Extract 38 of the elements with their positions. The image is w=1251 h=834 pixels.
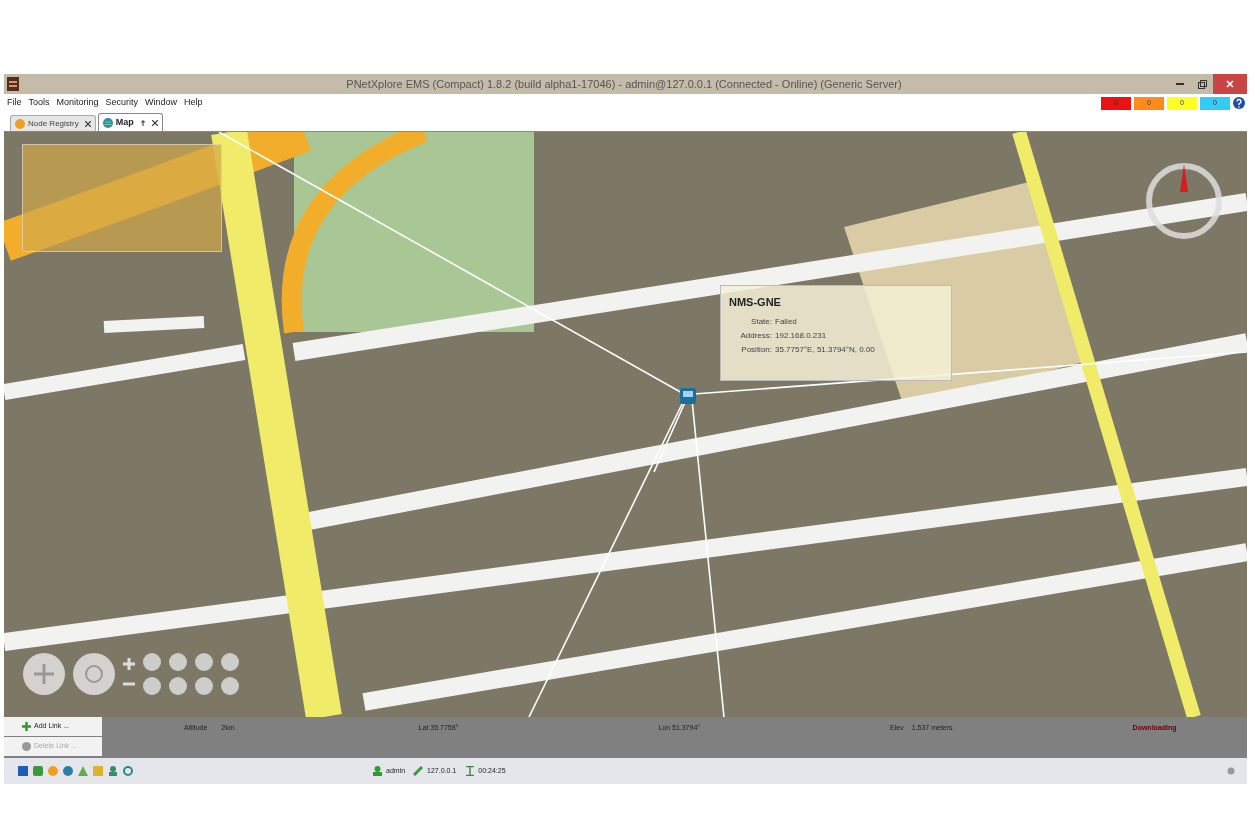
field-value: 192.168.0.231 bbox=[775, 329, 827, 342]
network-node-icon[interactable] bbox=[680, 388, 696, 404]
app-icon bbox=[7, 77, 19, 91]
tab[interactable]: Node Registry bbox=[10, 115, 96, 131]
compass-icon[interactable] bbox=[1145, 162, 1223, 240]
close-icon[interactable] bbox=[151, 119, 158, 126]
menu-item[interactable]: Security bbox=[105, 96, 139, 110]
satellite-map[interactable]: NMS-GNE State: Failed Address: 192.168.0.231 Position: 35.7757°E, 51.3794°N, 0.00 bbox=[4, 132, 1247, 717]
menu-item[interactable]: File bbox=[7, 96, 22, 110]
user-icon[interactable] bbox=[108, 766, 118, 776]
help-icon[interactable] bbox=[1233, 97, 1245, 109]
field-value: Failed bbox=[775, 315, 797, 328]
window-title: PNetXplore EMS (Compact) 1.8.2 (build alpha1-17046) - admin@127.0.0.1 (Connected - Online) (Generic Server) bbox=[346, 76, 902, 92]
tooltip-title: NMS-GNE bbox=[729, 295, 782, 310]
menu-item[interactable]: Help bbox=[184, 96, 203, 110]
field-label: State: bbox=[750, 315, 773, 328]
menu-item[interactable]: Window bbox=[145, 96, 178, 110]
rotate-control-icon[interactable] bbox=[72, 652, 116, 696]
field-label: Position: bbox=[740, 343, 773, 356]
registry-icon bbox=[15, 118, 25, 129]
minimize-icon bbox=[1176, 83, 1184, 85]
timer-icon bbox=[466, 766, 475, 776]
circle-icon[interactable] bbox=[48, 766, 58, 776]
tab[interactable]: Map bbox=[97, 113, 163, 131]
pin-icon[interactable] bbox=[139, 119, 146, 126]
menu-item[interactable]: Tools bbox=[28, 96, 50, 110]
close-icon[interactable] bbox=[84, 120, 91, 127]
plus-icon bbox=[22, 722, 31, 731]
field-value: 35.7757°E, 51.3794°N, 0.00 bbox=[775, 343, 875, 356]
close-icon bbox=[1226, 80, 1234, 88]
zoom-in-icon[interactable] bbox=[122, 657, 136, 671]
menu-item[interactable]: Monitoring bbox=[56, 96, 99, 110]
field-label: Address: bbox=[739, 329, 773, 342]
restore-icon bbox=[1197, 79, 1207, 89]
pan-control-icon[interactable] bbox=[22, 652, 66, 696]
alert-icon[interactable] bbox=[78, 766, 88, 776]
user-icon bbox=[373, 766, 382, 776]
circle-icon bbox=[22, 742, 31, 751]
